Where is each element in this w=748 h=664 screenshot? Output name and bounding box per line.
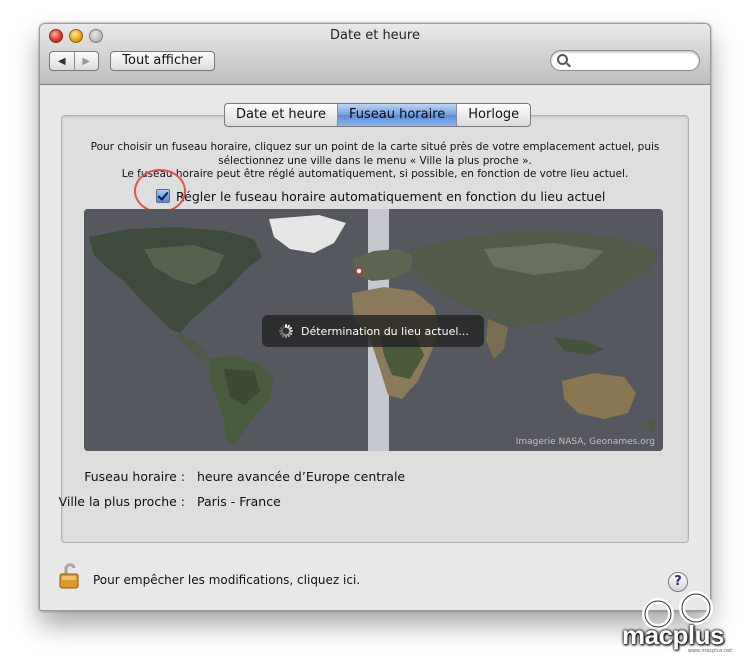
hud-label: Détermination du lieu actuel...: [301, 324, 469, 338]
tab-horloge[interactable]: Horloge: [457, 104, 530, 126]
timezone-value: heure avancée d’Europe centrale: [196, 469, 406, 484]
locating-hud: Détermination du lieu actuel...: [262, 315, 484, 347]
lock-text[interactable]: Pour empêcher les modifications, cliquez…: [93, 573, 360, 587]
window-title: Date et heure: [330, 28, 420, 43]
highlight-circle: [134, 169, 186, 213]
world-map[interactable]: Détermination du lieu actuel... Imagerie…: [84, 209, 663, 451]
description-line: Pour choisir un fuseau horaire, cliquez …: [90, 141, 660, 153]
closest-city-row: Ville la plus proche : Paris - France: [40, 494, 281, 509]
left-arrow-icon: ◀: [57, 55, 66, 67]
timezone-row: Fuseau horaire : heure avancée d’Europe …: [40, 469, 405, 484]
tab-fuseau-horaire[interactable]: Fuseau horaire: [337, 104, 458, 126]
toolbar: Date et heure ◀ ▶ Tout afficher: [40, 24, 710, 85]
closest-city-value[interactable]: Paris - France: [197, 494, 281, 509]
navigation-segmented-control: ◀ ▶: [49, 51, 99, 71]
help-button[interactable]: ?: [668, 572, 688, 592]
spinner-icon: [279, 324, 293, 338]
closest-city-key: Ville la plus proche :: [58, 494, 185, 509]
back-button[interactable]: ◀: [50, 52, 75, 70]
watermark-url: www.macplus.net: [688, 648, 733, 654]
search-field[interactable]: [550, 50, 700, 71]
map-credit: Imagerie NASA, Geonames.org: [515, 437, 655, 447]
auto-timezone-row[interactable]: Régler le fuseau horaire automatiquement…: [156, 187, 605, 205]
macplus-watermark: macplus www.macplus.net: [618, 590, 744, 656]
system-preferences-window: Date et heure ◀ ▶ Tout afficher Date et …: [39, 23, 711, 611]
search-icon: [557, 54, 568, 65]
forward-button[interactable]: ▶: [75, 52, 99, 70]
right-arrow-icon: ▶: [82, 55, 91, 67]
watermark-text: macplus: [622, 620, 725, 650]
search-input[interactable]: [573, 52, 697, 70]
show-all-button[interactable]: Tout afficher: [110, 51, 215, 71]
tab-date-heure[interactable]: Date et heure: [225, 104, 338, 126]
timezone-key: Fuseau horaire :: [84, 469, 185, 484]
tab-bar: Date et heure Fuseau horaire Horloge: [224, 103, 532, 127]
lock-icon[interactable]: [58, 562, 82, 590]
auto-timezone-label[interactable]: Régler le fuseau horaire automatiquement…: [176, 189, 605, 204]
description-line: sélectionnez une ville dans le menu « Vi…: [218, 154, 532, 167]
